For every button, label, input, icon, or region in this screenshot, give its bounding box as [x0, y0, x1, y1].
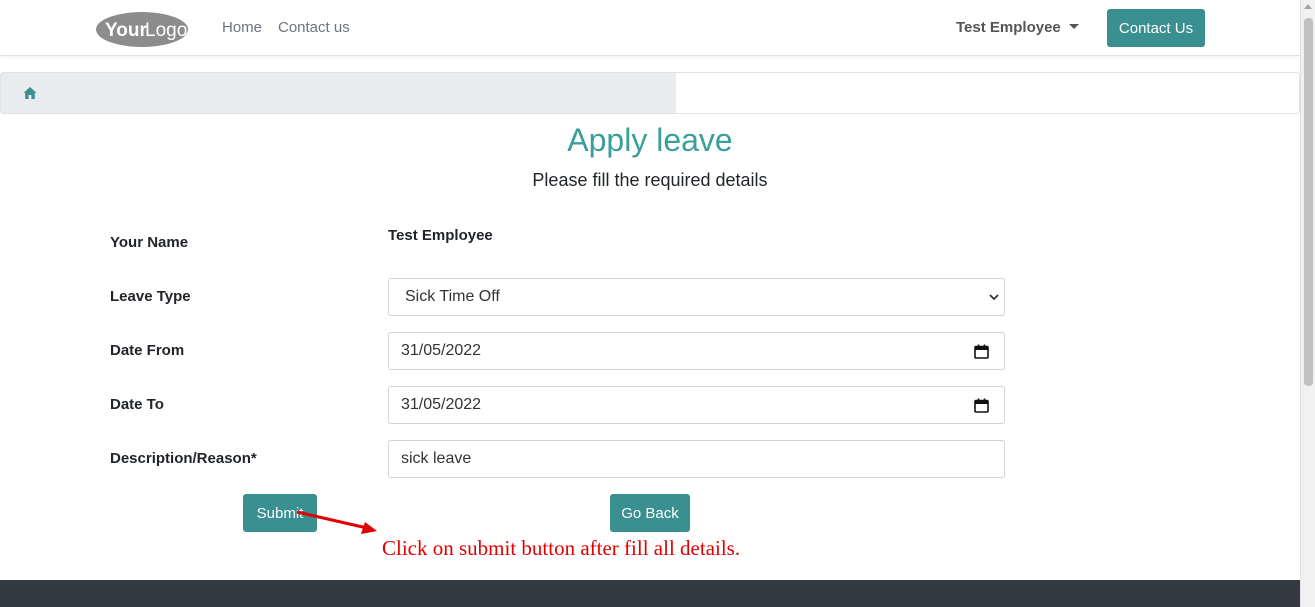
- annotation-arrow: [296, 510, 377, 534]
- description-input[interactable]: sick leave: [388, 440, 1005, 478]
- your-name-value: Test Employee: [388, 227, 493, 244]
- date-from-input[interactable]: 31/05/2022: [388, 332, 1005, 370]
- scrollbar-thumb[interactable]: [1304, 18, 1313, 386]
- date-from-label: Date From: [110, 342, 185, 359]
- date-to-value: 31/05/2022: [401, 396, 482, 413]
- page-subtitle: Please fill the required details: [532, 170, 768, 190]
- date-to-label: Date To: [110, 396, 164, 413]
- your-logo[interactable]: Your Logo: [95, 11, 190, 48]
- calendar-icon[interactable]: [974, 398, 989, 413]
- leave-type-label: Leave Type: [110, 288, 191, 305]
- chevron-down-icon: [989, 294, 999, 301]
- svg-text:Logo: Logo: [145, 20, 187, 41]
- page-title: Apply leave: [567, 122, 733, 158]
- footer: [0, 580, 1300, 607]
- home-icon[interactable]: [23, 86, 37, 100]
- vertical-scrollbar[interactable]: [1300, 0, 1315, 607]
- calendar-icon[interactable]: [974, 344, 989, 359]
- user-name: Test Employee: [956, 19, 1061, 36]
- breadcrumb-bar: [0, 72, 1300, 114]
- go-back-button[interactable]: Go Back: [610, 494, 690, 532]
- date-to-input[interactable]: 31/05/2022: [388, 386, 1005, 424]
- description-value: sick leave: [401, 450, 472, 467]
- your-name-label: Your Name: [110, 234, 189, 251]
- leave-type-select[interactable]: Sick Time Off: [388, 278, 1005, 316]
- annotation-text: Click on submit button after fill all de…: [382, 536, 741, 560]
- svg-text:Your: Your: [105, 20, 147, 41]
- nav-link-contact-us[interactable]: Contact us: [278, 19, 350, 36]
- contact-us-button[interactable]: Contact Us: [1107, 9, 1205, 47]
- nav-link-home[interactable]: Home: [222, 19, 262, 36]
- leave-type-value: Sick Time Off: [405, 288, 500, 305]
- scroll-up-icon[interactable]: [1304, 4, 1312, 9]
- description-label: Description/Reason*: [110, 450, 257, 467]
- date-from-value: 31/05/2022: [401, 342, 482, 359]
- top-navbar: Your Logo Home Contact us Test Employee …: [0, 0, 1300, 56]
- caret-down-icon: [1068, 24, 1079, 29]
- breadcrumb: [1, 73, 676, 113]
- user-dropdown[interactable]: Test Employee: [956, 19, 1079, 36]
